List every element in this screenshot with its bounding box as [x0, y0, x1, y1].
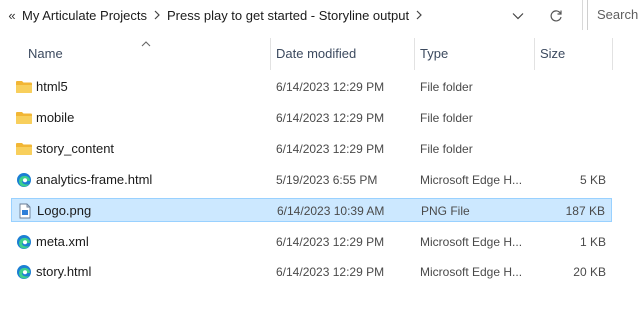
column-header-name[interactable]: Name	[28, 38, 63, 70]
file-type: File folder	[420, 142, 473, 156]
edge-icon	[17, 173, 31, 187]
file-date-modified: 6/14/2023 12:29 PM	[276, 142, 385, 156]
file-name: mobile	[36, 110, 75, 125]
file-size: 1 KB	[579, 235, 606, 249]
folder-icon	[16, 81, 32, 93]
column-header-date-modified[interactable]: Date modified	[276, 38, 356, 70]
breadcrumb[interactable]: « My Articulate Projects Press play to g…	[0, 0, 578, 30]
file-name: story_content	[36, 141, 115, 156]
breadcrumb-overflow-button[interactable]: «	[5, 8, 19, 23]
chevron-down-icon	[512, 13, 524, 20]
file-row-logo-png[interactable]: Logo.png 6/14/2023 10:39 AM PNG File 187…	[11, 198, 612, 222]
file-row-story-content[interactable]: story_content 6/14/2023 12:29 PM File fo…	[11, 137, 612, 161]
file-type: Microsoft Edge H...	[420, 173, 523, 187]
column-divider[interactable]	[270, 38, 271, 70]
column-divider[interactable]	[534, 38, 535, 70]
divider	[582, 0, 583, 30]
file-size: 20 KB	[573, 265, 606, 279]
file-type: PNG File	[421, 204, 470, 218]
refresh-button[interactable]	[545, 6, 567, 26]
file-date-modified: 6/14/2023 10:39 AM	[277, 204, 385, 218]
file-row-mobile[interactable]: mobile 6/14/2023 12:29 PM File folder	[11, 106, 612, 130]
file-row-analytics-frame[interactable]: analytics-frame.html 5/19/2023 6:55 PM M…	[11, 168, 612, 192]
file-date-modified: 6/14/2023 12:29 PM	[276, 265, 385, 279]
address-history-dropdown[interactable]	[508, 6, 528, 26]
address-bar: « My Articulate Projects Press play to g…	[0, 0, 638, 32]
breadcrumb-item-my-articulate-projects[interactable]: My Articulate Projects	[19, 8, 150, 23]
file-date-modified: 5/19/2023 6:55 PM	[276, 173, 378, 187]
column-header-row: Name Date modified Type Size	[0, 38, 638, 70]
search-box[interactable]: Search P	[587, 0, 638, 30]
file-type: Microsoft Edge H...	[420, 265, 523, 279]
file-size: 5 KB	[579, 173, 606, 187]
file-date-modified: 6/14/2023 12:29 PM	[276, 235, 385, 249]
search-input[interactable]: Search P	[597, 7, 638, 22]
file-row-html5[interactable]: html5 6/14/2023 12:29 PM File folder	[11, 75, 612, 99]
column-header-size[interactable]: Size	[540, 38, 565, 70]
column-divider[interactable]	[414, 38, 415, 70]
file-name: analytics-frame.html	[36, 172, 153, 187]
file-name: html5	[36, 79, 68, 94]
file-name: story.html	[36, 264, 92, 279]
folder-icon	[16, 112, 32, 124]
file-type: File folder	[420, 111, 473, 125]
file-date-modified: 6/14/2023 12:29 PM	[276, 111, 385, 125]
file-size: 187 KB	[565, 204, 605, 218]
edge-icon	[17, 235, 31, 249]
file-type: Microsoft Edge H...	[420, 235, 523, 249]
file-name: meta.xml	[36, 234, 89, 249]
sort-ascending-icon	[141, 41, 151, 47]
column-header-type[interactable]: Type	[420, 38, 448, 70]
column-divider[interactable]	[612, 38, 613, 70]
file-row-meta-xml[interactable]: meta.xml 6/14/2023 12:29 PM Microsoft Ed…	[11, 230, 612, 254]
file-date-modified: 6/14/2023 12:29 PM	[276, 80, 385, 94]
file-name: Logo.png	[37, 203, 92, 218]
chevron-right-icon[interactable]	[412, 10, 426, 20]
edge-icon	[17, 265, 31, 279]
refresh-icon	[550, 10, 562, 22]
png-file-icon	[19, 203, 31, 219]
chevron-right-icon[interactable]	[150, 10, 164, 20]
file-type: File folder	[420, 80, 473, 94]
folder-icon	[16, 143, 32, 155]
file-row-story-html[interactable]: story.html 6/14/2023 12:29 PM Microsoft …	[11, 260, 612, 284]
breadcrumb-item-storyline-output[interactable]: Press play to get started - Storyline ou…	[164, 8, 412, 23]
